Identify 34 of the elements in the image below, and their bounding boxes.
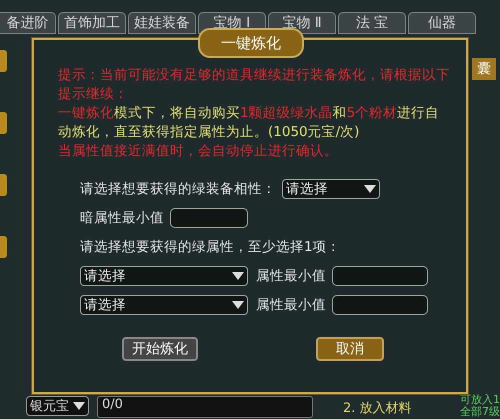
currency-dropdown[interactable]: 银元宝 bbox=[26, 396, 89, 416]
hint-text: 全部7级 bbox=[460, 406, 500, 418]
dark-min-input[interactable] bbox=[170, 208, 248, 228]
down-arrow-icon bbox=[232, 301, 244, 309]
tab[interactable]: 仙器 bbox=[408, 12, 476, 34]
tab[interactable]: 首饰加工 bbox=[58, 12, 126, 34]
amount-field[interactable]: 0/0 bbox=[97, 396, 313, 418]
affinity-dropdown[interactable]: 请选择 bbox=[282, 179, 380, 199]
step-label: 2. 放入材料 bbox=[343, 400, 412, 417]
dialog-button[interactable]: 取消 bbox=[316, 337, 384, 361]
side-button[interactable] bbox=[0, 112, 7, 134]
notice-text: 当属性值接近满值时，会自动停止进行确认。 bbox=[58, 142, 339, 161]
affinity-label: 请选择想要获得的绿装备相性： bbox=[80, 180, 276, 198]
attribute-dropdown[interactable]: 请选择 bbox=[80, 295, 248, 315]
tab[interactable]: 法 宝 bbox=[338, 12, 406, 34]
tab[interactable]: 备进阶 bbox=[0, 12, 56, 34]
dialog-button[interactable]: 开始炼化 bbox=[122, 337, 198, 361]
side-button[interactable] bbox=[0, 50, 7, 72]
down-arrow-icon bbox=[232, 272, 244, 280]
dark-min-label: 暗属性最小值 bbox=[80, 209, 164, 227]
min-value-input[interactable] bbox=[332, 295, 428, 315]
tab[interactable]: 娃娃装备 bbox=[128, 12, 196, 34]
side-tab[interactable]: 囊 bbox=[472, 58, 496, 80]
dialog-title: 一键炼化 bbox=[198, 28, 304, 58]
side-button[interactable] bbox=[0, 174, 7, 196]
attribute-prompt-label: 请选择想要获得的绿属性，至少选择1项： bbox=[80, 238, 341, 256]
min-value-input[interactable] bbox=[332, 266, 428, 286]
down-arrow-icon bbox=[364, 185, 376, 193]
side-button[interactable] bbox=[0, 236, 7, 258]
notice-text: 提示：当前可能没有足够的道具继续进行装备炼化，请根据以下提示继续： bbox=[58, 66, 451, 104]
min-value-label: 属性最小值 bbox=[256, 296, 326, 314]
notice-text: 一键炼化模式下，将自动购买1颗超级绿水晶和5个粉材进行自动炼化，直至获得指定属性为止。(1050元宝/次) bbox=[58, 104, 440, 142]
attribute-dropdown[interactable]: 请选择 bbox=[80, 266, 248, 286]
min-value-label: 属性最小值 bbox=[256, 267, 326, 285]
